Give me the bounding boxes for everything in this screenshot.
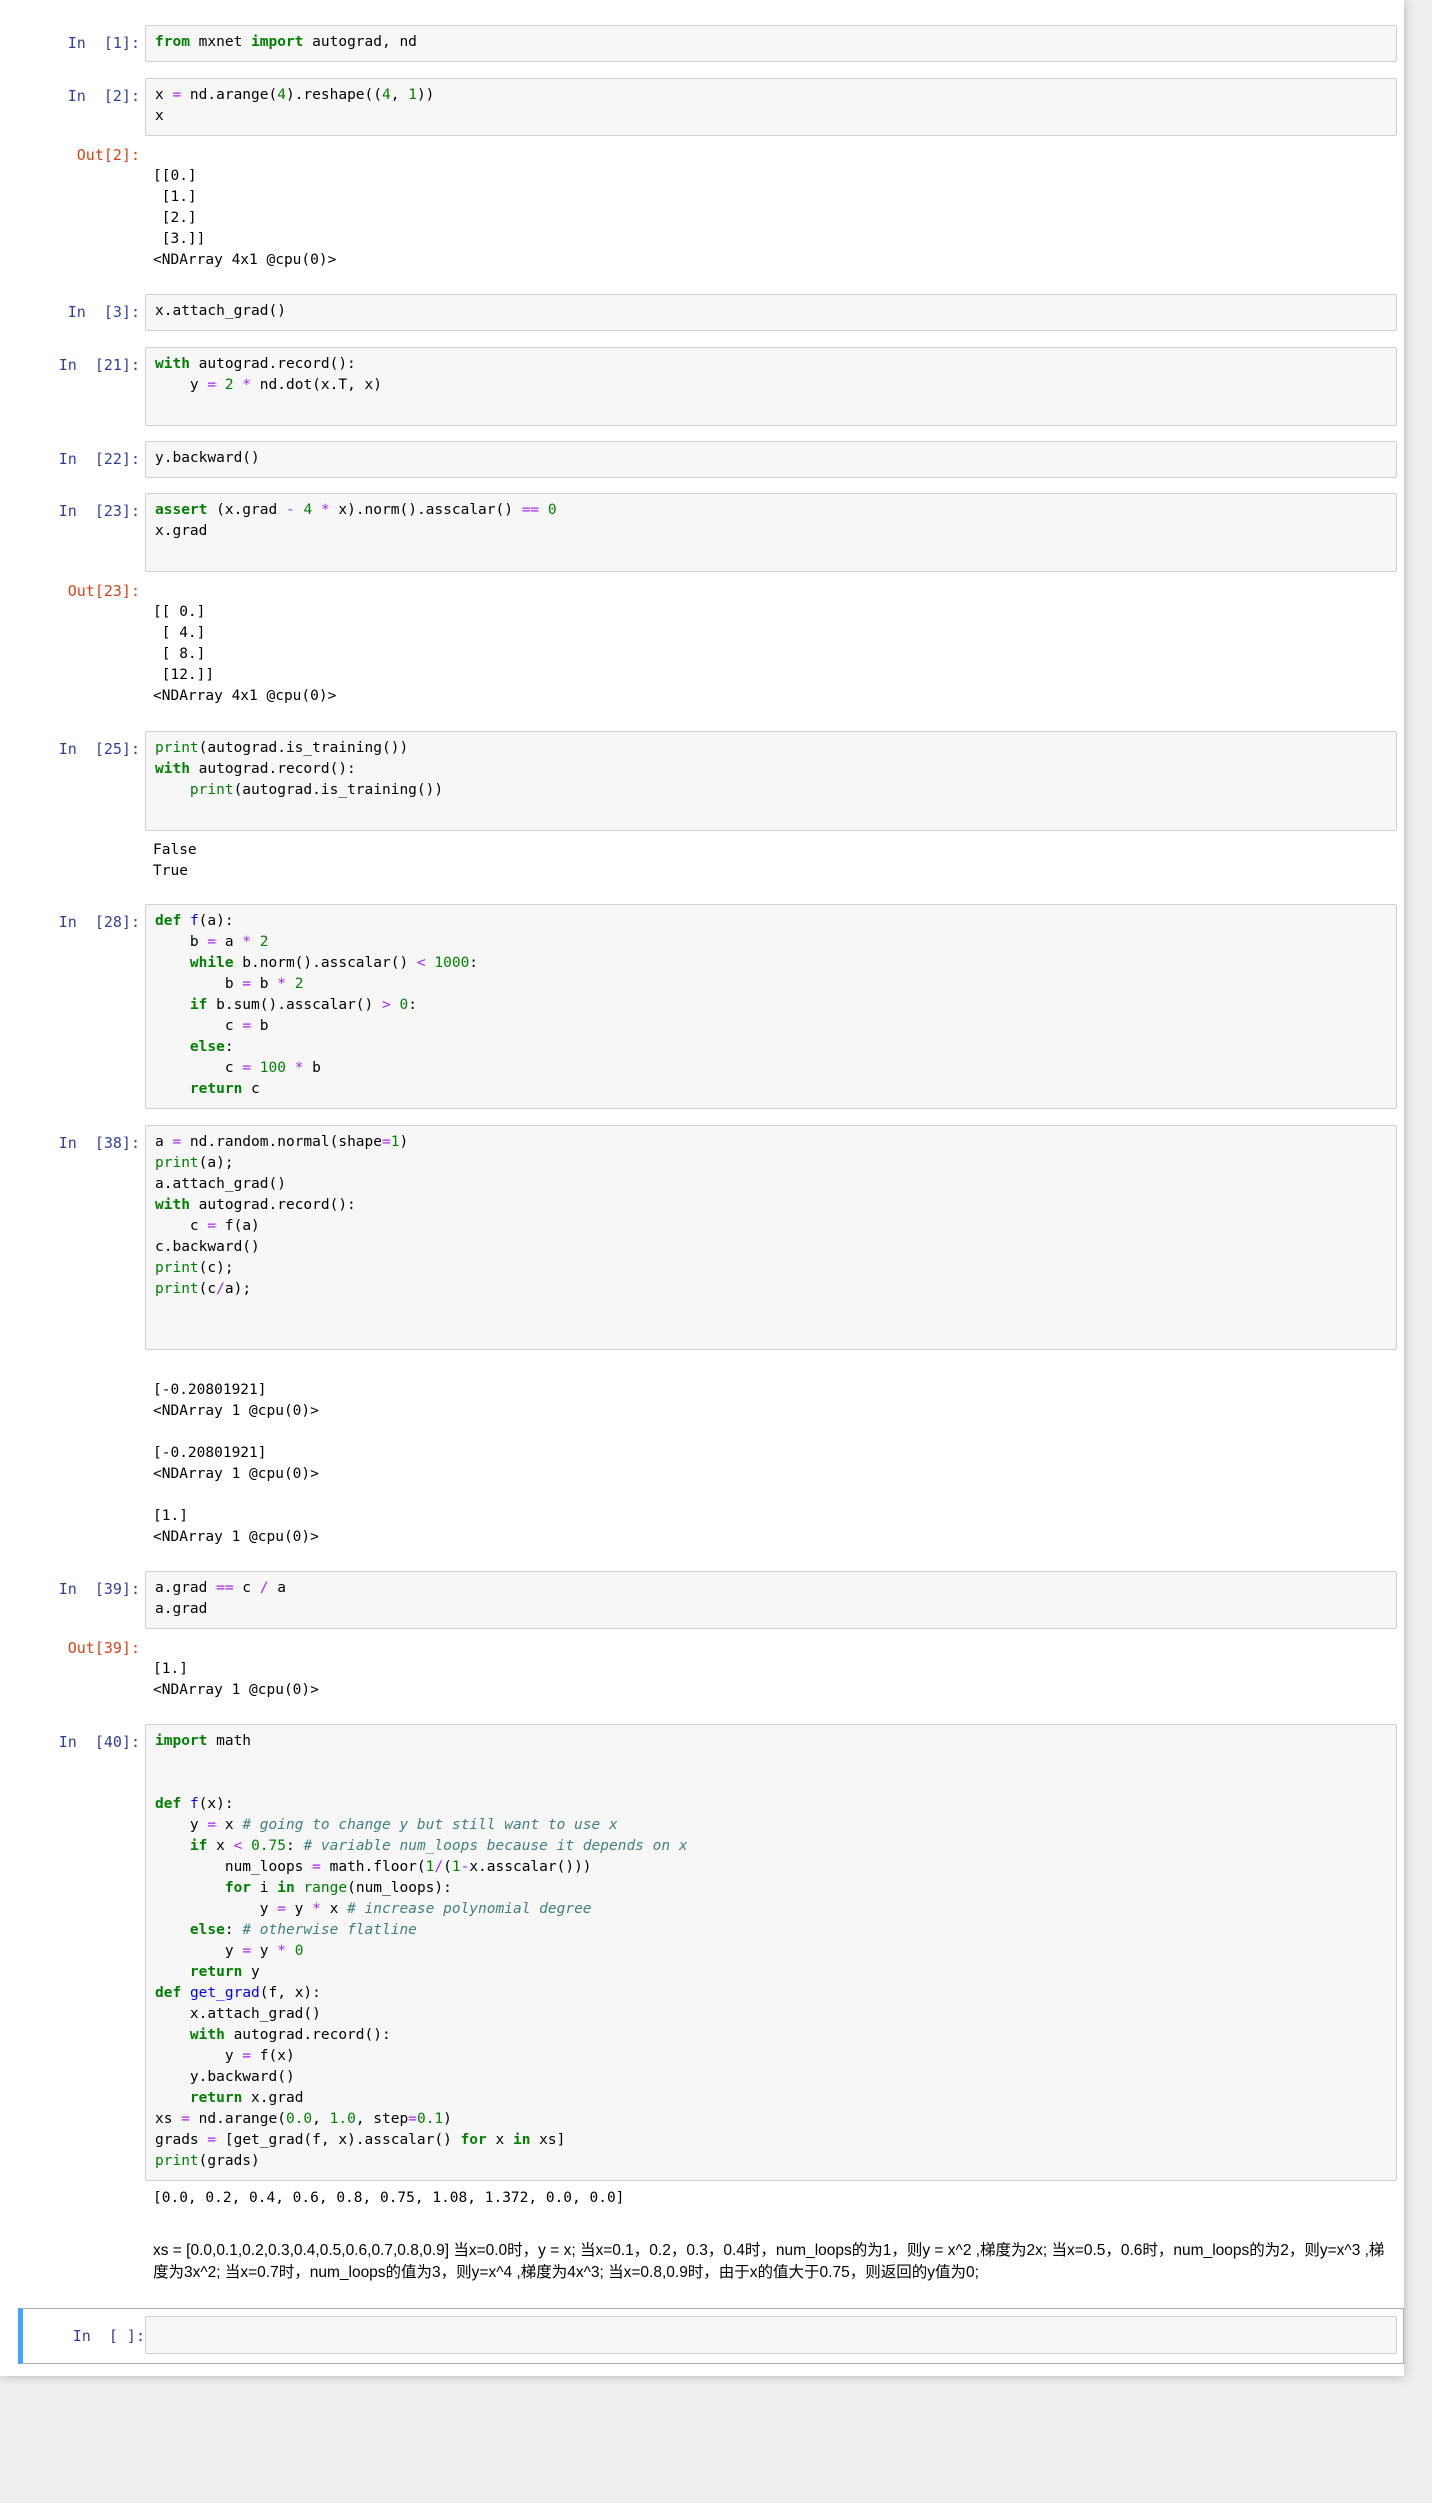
code-editor[interactable]: x.attach_grad() [145, 294, 1397, 331]
input-prompt: In [38]: [58, 1134, 140, 1152]
input-prompt: In [21]: [58, 356, 140, 374]
input-prompt: In [28]: [58, 913, 140, 931]
selected-empty-cell[interactable]: In [ ]: [18, 2308, 1404, 2364]
output-prompt: Out[39]: [67, 1639, 140, 1657]
input-prompt: In [25]: [58, 740, 140, 758]
markdown-cell: xs = [0.0,0.1,0.2,0.3,0.4,0.5,0.6,0.7,0.… [153, 2242, 1385, 2281]
output-prompt: Out[23]: [67, 582, 140, 600]
code-editor[interactable]: y.backward() [145, 441, 1397, 478]
input-prompt: In [22]: [58, 450, 140, 468]
code-editor[interactable]: a = nd.random.normal(shape=1) print(a); … [145, 1125, 1397, 1350]
input-prompt: In [ ]: [72, 2327, 145, 2345]
cell-output: [-0.20801921] <NDArray 1 @cpu(0)> [-0.20… [153, 1382, 319, 1545]
output-prompt: Out[2]: [76, 146, 140, 164]
input-prompt: In [40]: [58, 1733, 140, 1751]
input-prompt: In [23]: [58, 502, 140, 520]
input-prompt: In [1]: [67, 34, 140, 52]
code-editor[interactable]: with autograd.record(): y = 2 * nd.dot(x… [145, 347, 1397, 426]
code-editor[interactable] [145, 2316, 1397, 2354]
code-editor[interactable]: def f(a): b = a * 2 while b.norm().assca… [145, 904, 1397, 1109]
input-prompt: In [39]: [58, 1580, 140, 1598]
input-prompt: In [2]: [67, 87, 140, 105]
cell-output: [[0.] [1.] [2.] [3.]] <NDArray 4x1 @cpu(… [153, 168, 337, 268]
input-prompt: In [3]: [67, 303, 140, 321]
notebook-container: In [1]: from mxnet import autograd, nd I… [0, 0, 1404, 2376]
code-editor[interactable]: print(autograd.is_training()) with autog… [145, 731, 1397, 831]
code-editor[interactable]: a.grad == c / a a.grad [145, 1571, 1397, 1629]
code-editor[interactable]: import math def f(x): y = x # going to c… [145, 1724, 1397, 2181]
code-editor[interactable]: from mxnet import autograd, nd [145, 25, 1397, 62]
cell-output: False True [153, 842, 197, 879]
code-editor[interactable]: x = nd.arange(4).reshape((4, 1)) x [145, 78, 1397, 136]
cell-output: [[ 0.] [ 4.] [ 8.] [12.]] <NDArray 4x1 @… [153, 604, 337, 704]
cell-output: [0.0, 0.2, 0.4, 0.6, 0.8, 0.75, 1.08, 1.… [153, 2190, 625, 2206]
cell-output: [1.] <NDArray 1 @cpu(0)> [153, 1661, 319, 1698]
code-editor[interactable]: assert (x.grad - 4 * x).norm().asscalar(… [145, 493, 1397, 572]
